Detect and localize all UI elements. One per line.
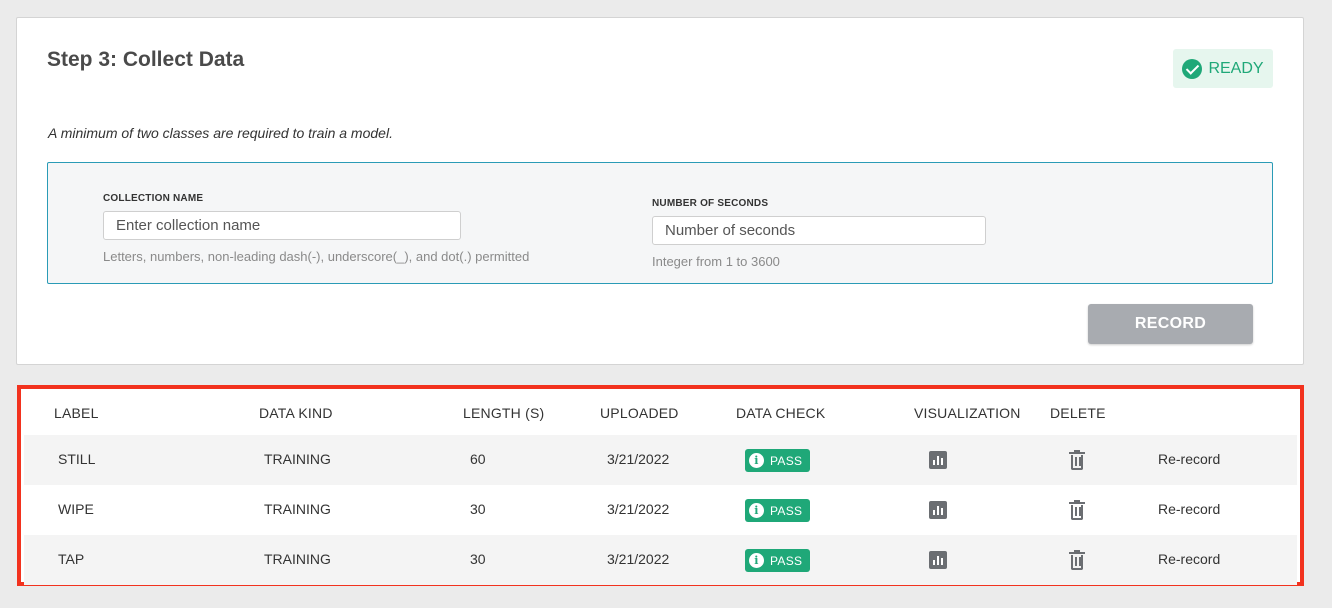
row-data-kind: TRAINING	[264, 551, 331, 567]
table-row: WIPE TRAINING 30 3/21/2022 i PASS Re-rec…	[24, 485, 1297, 535]
bar-chart-icon[interactable]	[929, 501, 947, 519]
header-data-kind: DATA KIND	[259, 405, 333, 421]
row-data-kind: TRAINING	[264, 451, 331, 467]
row-uploaded: 3/21/2022	[607, 451, 670, 467]
number-of-seconds-input[interactable]	[652, 216, 986, 245]
info-icon: i	[749, 503, 764, 518]
bar-chart-icon[interactable]	[929, 451, 947, 469]
step-title: Step 3: Collect Data	[47, 48, 245, 71]
collection-form: COLLECTION NAME Letters, numbers, non-le…	[47, 162, 1273, 284]
row-label: STILL	[58, 451, 96, 467]
trash-icon[interactable]	[1069, 450, 1085, 470]
header-visualization: VISUALIZATION	[914, 405, 1021, 421]
table-row: STILL TRAINING 60 3/21/2022 i PASS Re-re…	[24, 435, 1297, 485]
info-icon: i	[749, 553, 764, 568]
data-check-pass-badge[interactable]: i PASS	[745, 449, 810, 472]
row-uploaded: 3/21/2022	[607, 501, 670, 517]
re-record-link[interactable]: Re-record	[1158, 551, 1220, 567]
row-label: WIPE	[58, 501, 94, 517]
data-check-pass-badge[interactable]: i PASS	[745, 499, 810, 522]
row-length: 30	[470, 551, 486, 567]
trash-icon[interactable]	[1069, 500, 1085, 520]
collections-table: LABEL DATA KIND LENGTH (S) UPLOADED DATA…	[17, 385, 1304, 586]
header-uploaded: UPLOADED	[600, 405, 679, 421]
info-icon: i	[749, 453, 764, 468]
ready-status-badge: READY	[1173, 49, 1273, 88]
trash-icon[interactable]	[1069, 550, 1085, 570]
row-uploaded: 3/21/2022	[607, 551, 670, 567]
class-requirement-note: A minimum of two classes are required to…	[48, 125, 393, 141]
data-check-label: PASS	[770, 553, 803, 568]
ready-status-label: READY	[1208, 59, 1264, 77]
row-data-kind: TRAINING	[264, 501, 331, 517]
row-length: 30	[470, 501, 486, 517]
record-button[interactable]: RECORD	[1088, 304, 1253, 344]
row-length: 60	[470, 451, 486, 467]
header-data-check: DATA CHECK	[736, 405, 826, 421]
bar-chart-icon[interactable]	[929, 551, 947, 569]
re-record-link[interactable]: Re-record	[1158, 501, 1220, 517]
data-check-label: PASS	[770, 503, 803, 518]
check-circle-icon	[1182, 58, 1203, 79]
collection-name-input[interactable]	[103, 211, 461, 240]
table-header: LABEL DATA KIND LENGTH (S) UPLOADED DATA…	[21, 389, 1300, 435]
re-record-link[interactable]: Re-record	[1158, 451, 1220, 467]
number-of-seconds-label: NUMBER OF SECONDS	[652, 198, 769, 209]
collection-name-label: COLLECTION NAME	[103, 193, 204, 204]
data-check-label: PASS	[770, 453, 803, 468]
number-of-seconds-field: NUMBER OF SECONDS Integer from 1 to 3600	[652, 198, 986, 269]
data-check-pass-badge[interactable]: i PASS	[745, 549, 810, 572]
collection-name-field: COLLECTION NAME Letters, numbers, non-le…	[103, 193, 529, 264]
number-of-seconds-hint: Integer from 1 to 3600	[652, 254, 780, 269]
collection-name-hint: Letters, numbers, non-leading dash(-), u…	[103, 249, 530, 264]
collect-data-card: Step 3: Collect Data READY A minimum of …	[16, 17, 1304, 365]
header-label: LABEL	[54, 405, 99, 421]
row-label: TAP	[58, 551, 85, 567]
table-row: TAP TRAINING 30 3/21/2022 i PASS Re-reco…	[24, 535, 1297, 585]
header-delete: DELETE	[1050, 405, 1106, 421]
header-length: LENGTH (S)	[463, 405, 545, 421]
